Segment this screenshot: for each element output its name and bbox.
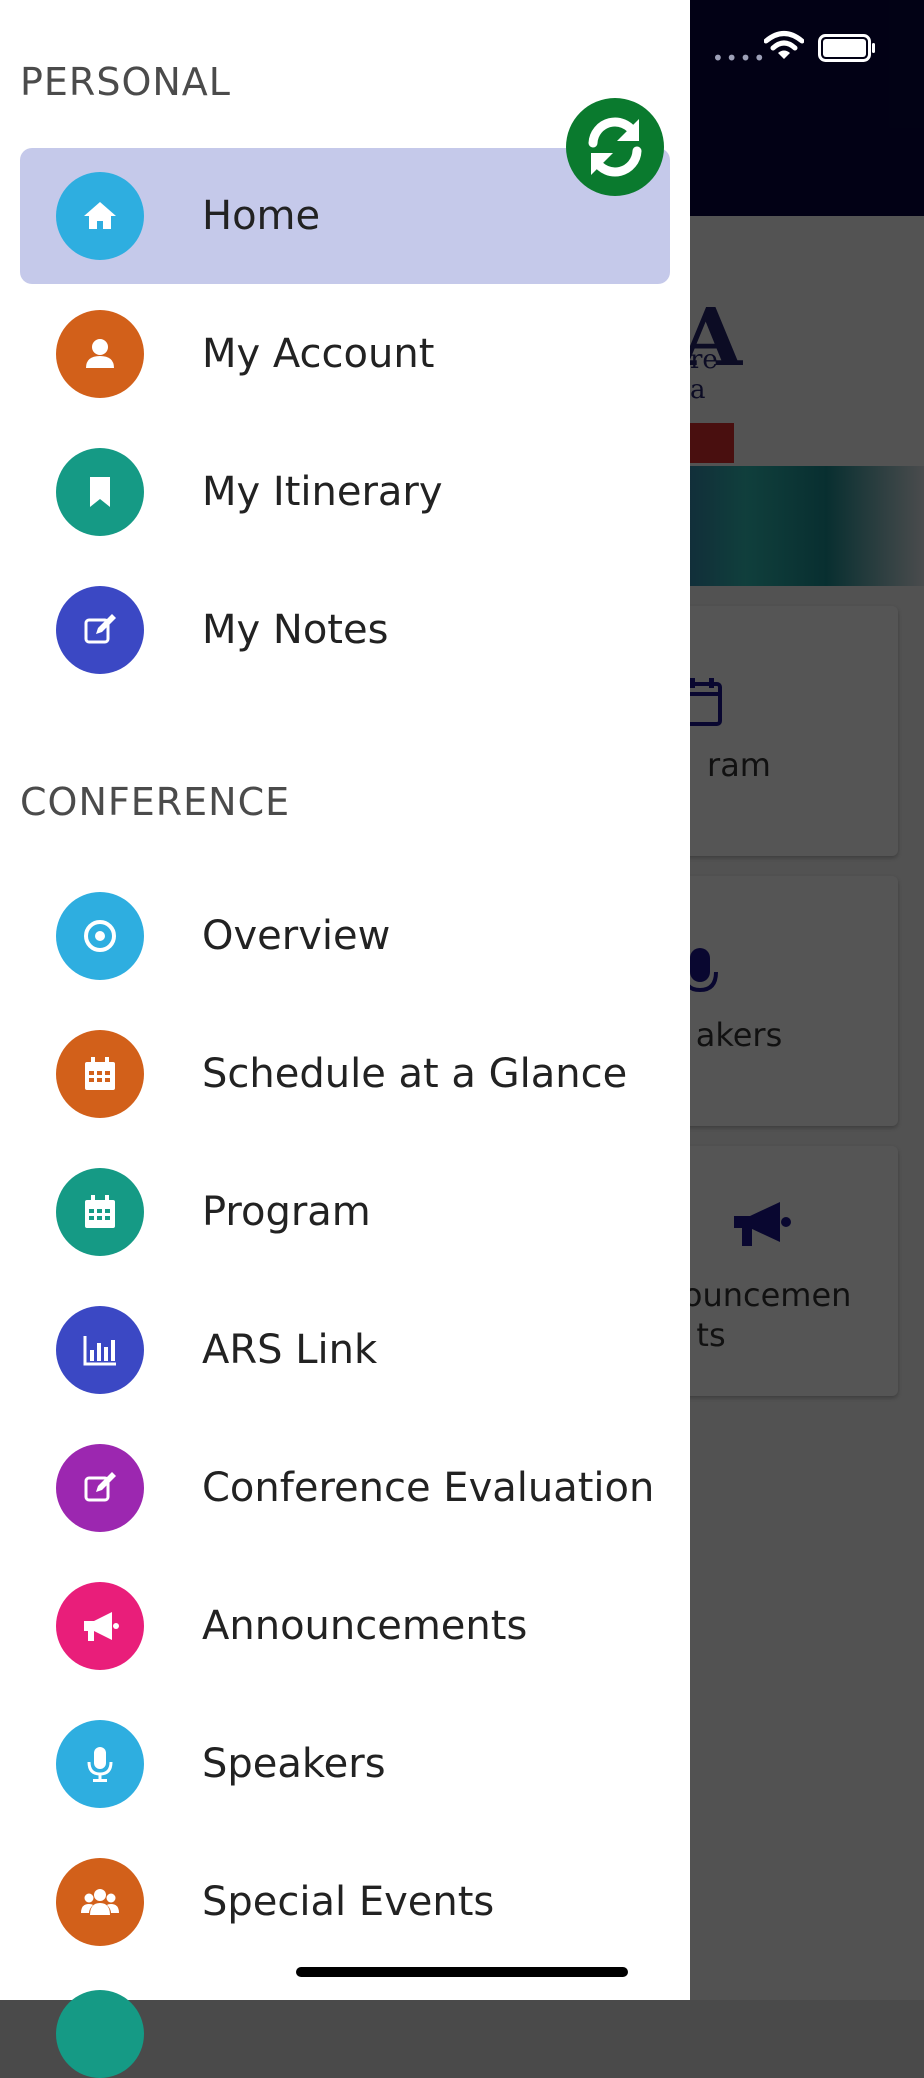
menu-item-announcements[interactable]: Announcements	[20, 1558, 670, 1694]
menu-label: Announcements	[202, 1603, 528, 1649]
menu-item-overview[interactable]: Overview	[20, 868, 670, 1004]
refresh-button[interactable]	[566, 98, 664, 196]
edit-icon	[56, 586, 144, 674]
battery-icon	[818, 34, 875, 62]
target-icon	[56, 892, 144, 980]
menu-label: Conference Evaluation	[202, 1465, 655, 1511]
menu-item-speakers[interactable]: Speakers	[20, 1696, 670, 1832]
user-icon	[56, 310, 144, 398]
navigation-drawer: PERSONAL Home My Account My Itinerary My…	[0, 0, 690, 2078]
menu-label: My Itinerary	[202, 469, 443, 515]
calendar-icon	[56, 1168, 144, 1256]
menu-item-conference-evaluation[interactable]: Conference Evaluation	[20, 1420, 670, 1556]
calendar-icon	[56, 1030, 144, 1118]
users-icon	[56, 1858, 144, 1946]
microphone-icon	[56, 1720, 144, 1808]
home-icon	[56, 172, 144, 260]
menu-item-my-itinerary[interactable]: My Itinerary	[20, 424, 670, 560]
section-title-conference: CONFERENCE	[20, 780, 291, 824]
menu-label: Overview	[202, 913, 391, 959]
section-title-personal: PERSONAL	[20, 60, 231, 104]
menu-label: Schedule at a Glance	[202, 1051, 628, 1097]
menu-label: Program	[202, 1189, 371, 1235]
menu-item-schedule-at-a-glance[interactable]: Schedule at a Glance	[20, 1006, 670, 1142]
menu-item-special-events[interactable]: Special Events	[20, 1834, 670, 1970]
menu-item-ars-link[interactable]: ARS Link	[20, 1282, 670, 1418]
wifi-icon	[764, 31, 804, 59]
menu-label: My Notes	[202, 607, 389, 653]
menu-label: ARS Link	[202, 1327, 378, 1373]
edit-icon	[56, 1444, 144, 1532]
refresh-icon	[588, 117, 642, 177]
menu-label: Special Events	[202, 1879, 495, 1925]
bookmark-icon	[56, 448, 144, 536]
home-indicator[interactable]	[296, 1967, 628, 1977]
menu-label: Home	[202, 193, 321, 239]
signal-icon: ••••	[712, 46, 768, 70]
menu-item-program[interactable]: Program	[20, 1144, 670, 1280]
partial-menu-icon	[56, 1990, 144, 2078]
menu-label: Speakers	[202, 1741, 386, 1787]
menu-label: My Account	[202, 331, 435, 377]
menu-item-my-account[interactable]: My Account	[20, 286, 670, 422]
bar-chart-icon	[56, 1306, 144, 1394]
megaphone-icon	[56, 1582, 144, 1670]
menu-item-my-notes[interactable]: My Notes	[20, 562, 670, 698]
